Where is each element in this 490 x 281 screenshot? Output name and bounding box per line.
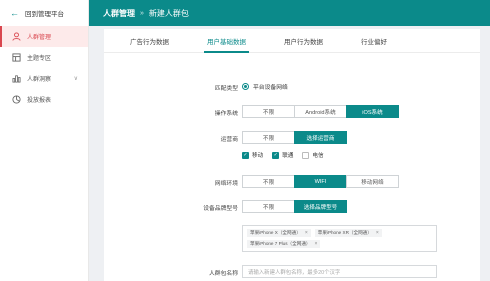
device-tag-label: 苹果iPhone X（全网通） xyxy=(250,230,301,235)
carrier-check-telecom[interactable]: 电信 xyxy=(302,151,324,159)
device-selector: 不限 选择品牌型号 xyxy=(242,200,347,213)
tab-bar: 广告行为数据 用户基础数据 用户行为数据 行业偏好 xyxy=(104,29,480,53)
device-tag-label: 苹果iPhone 7 Plus（全网通） xyxy=(250,241,311,246)
breadcrumb-separator: » xyxy=(140,9,144,17)
close-icon[interactable]: × xyxy=(315,241,318,247)
pack-name-input[interactable]: 请输入新建人群包名称，最多20个汉字 xyxy=(242,265,437,278)
pie-chart-icon xyxy=(12,95,21,104)
sidebar-item-label: 人群管理 xyxy=(27,35,52,41)
back-to-platform-link[interactable]: ← 回到管理平台 xyxy=(0,0,88,26)
carrier-label: 运营商 xyxy=(220,137,238,143)
sidebar-item-label: 投放报表 xyxy=(27,98,52,104)
radio-selected-icon xyxy=(242,83,249,90)
breadcrumb-current: 新建人群包 xyxy=(148,8,189,18)
sidebar-item-label: 人群洞察 xyxy=(27,77,52,83)
sidebar-item-crowd-management[interactable]: 人群管理 xyxy=(0,26,88,47)
os-option-any[interactable]: 不限 xyxy=(242,105,295,118)
carrier-checkboxes: ✓ 移动 ✓ 联通 电信 xyxy=(242,151,324,159)
checkbox-checked-icon: ✓ xyxy=(242,151,249,159)
checkbox-unchecked-icon xyxy=(302,151,310,159)
sidebar: ← 回到管理平台 人群管理 主题专区 人群洞察 ∨ 投放报表 xyxy=(0,0,89,281)
tab-ad-behavior[interactable]: 广告行为数据 xyxy=(117,29,182,52)
os-option-android[interactable]: Android系统 xyxy=(294,105,347,118)
pack-name-label: 人群包名称 xyxy=(209,271,238,277)
back-to-platform-label: 回到管理平台 xyxy=(25,11,64,18)
match-type-option: 平台设备网络 xyxy=(253,85,288,91)
carrier-selector: 不限 选择运营商 xyxy=(242,131,347,144)
os-label: 操作系统 xyxy=(214,111,238,117)
device-tag: 苹果iPhone XR（全网通） × xyxy=(314,229,382,237)
carrier-check-label: 电信 xyxy=(312,153,324,159)
carrier-option-any[interactable]: 不限 xyxy=(242,131,295,144)
tab-user-basic[interactable]: 用户基础数据 xyxy=(194,29,259,53)
checkbox-checked-icon: ✓ xyxy=(272,151,280,159)
os-option-ios[interactable]: iOS系统 xyxy=(346,105,399,118)
device-tag-label: 苹果iPhone XR（全网通） xyxy=(317,230,372,235)
device-option-select[interactable]: 选择品牌型号 xyxy=(294,200,347,213)
chevron-down-icon: ∨ xyxy=(73,76,78,82)
network-selector: 不限 WIFI 移动网络 xyxy=(242,175,399,188)
network-option-any[interactable]: 不限 xyxy=(242,175,295,188)
network-label: 网络环境 xyxy=(214,181,238,187)
main-panel: 广告行为数据 用户基础数据 用户行为数据 行业偏好 匹配类型 平台设备网络 操作… xyxy=(104,29,480,281)
breadcrumb-crowd-management[interactable]: 人群管理 xyxy=(103,8,135,19)
grid-icon xyxy=(12,53,21,62)
carrier-check-label: 联通 xyxy=(282,153,294,159)
carrier-option-select[interactable]: 选择运营商 xyxy=(294,131,347,144)
close-icon[interactable]: × xyxy=(305,230,308,236)
pack-name-placeholder: 请输入新建人群包名称，最多20个汉字 xyxy=(248,269,341,276)
device-option-any[interactable]: 不限 xyxy=(242,200,295,213)
back-arrow-icon: ← xyxy=(10,7,19,18)
device-tag: 苹果iPhone 7 Plus（全网通） × xyxy=(247,240,321,248)
carrier-check-mobile[interactable]: ✓ 移动 xyxy=(242,151,263,159)
user-icon xyxy=(12,32,21,41)
bar-chart-icon xyxy=(12,74,21,83)
tab-industry-preference[interactable]: 行业偏好 xyxy=(348,29,400,52)
sidebar-item-crowd-insight[interactable]: 人群洞察 ∨ xyxy=(0,68,88,89)
sidebar-item-label: 主题专区 xyxy=(27,56,52,62)
close-icon[interactable]: × xyxy=(376,230,379,236)
carrier-check-unicom[interactable]: ✓ 联通 xyxy=(272,151,293,159)
os-selector: 不限 Android系统 iOS系统 xyxy=(242,105,399,118)
match-type-label: 匹配类型 xyxy=(214,86,238,92)
match-type-radio[interactable]: 平台设备网络 xyxy=(242,82,288,91)
network-option-mobile[interactable]: 移动网络 xyxy=(346,175,399,188)
sidebar-item-topic-zone[interactable]: 主题专区 xyxy=(0,47,88,68)
tab-user-behavior[interactable]: 用户行为数据 xyxy=(271,29,336,52)
device-tag: 苹果iPhone X（全网通） × xyxy=(247,229,311,237)
network-option-wifi[interactable]: WIFI xyxy=(294,175,347,188)
carrier-check-label: 移动 xyxy=(252,153,264,159)
top-bar: 人群管理 » 新建人群包 xyxy=(89,0,490,26)
device-label: 设备品牌型号 xyxy=(203,206,238,212)
sidebar-item-delivery-report[interactable]: 投放报表 xyxy=(0,89,88,110)
device-tag-box: 苹果iPhone X（全网通） × 苹果iPhone XR（全网通） × 苹果i… xyxy=(242,225,437,252)
